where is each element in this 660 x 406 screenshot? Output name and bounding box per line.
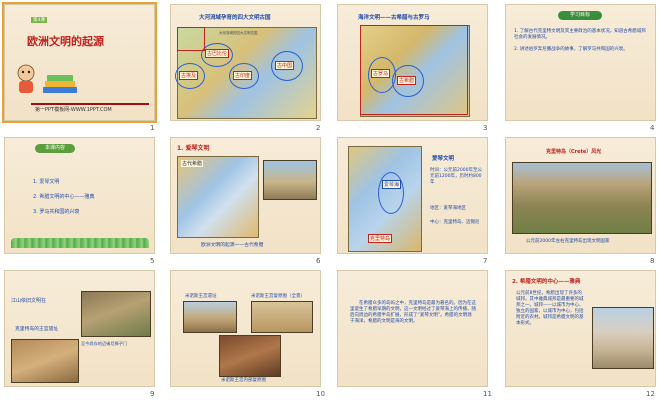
slide-number-1: 1 bbox=[150, 124, 155, 132]
palace-interior-image bbox=[219, 335, 281, 377]
slide-number-8: 8 bbox=[650, 257, 655, 265]
map-inset-frame bbox=[177, 27, 205, 51]
map-label-india: 古印度 bbox=[233, 71, 253, 80]
note-region: 地区：爱琴海地区 bbox=[430, 206, 466, 211]
lion-gate-photo bbox=[81, 291, 151, 337]
slide-thumbnail-11[interactable]: 在希腊众多的岛屿之中，克里特岛是最为著名的。因为在这里诞生了希腊早期的文明，这一… bbox=[337, 270, 488, 387]
palace-panorama-image bbox=[251, 301, 313, 333]
slide-sorter-grid: 第4课 欧洲文明的起源 第一PPT模板网-WWW.1PPT.COM 1 大河流域… bbox=[0, 0, 660, 406]
slide-title: 爱琴文明 bbox=[432, 156, 455, 162]
content-ribbon: 本课内容 bbox=[35, 144, 75, 153]
palace-ruins-photo bbox=[11, 339, 79, 383]
book-stack-icon bbox=[41, 69, 81, 97]
map-label-crete: 克里特岛 bbox=[368, 234, 393, 243]
map-label-china: 古中国 bbox=[275, 61, 295, 70]
slide-thumbnail-1[interactable]: 第4课 欧洲文明的起源 第一PPT模板网-WWW.1PPT.COM bbox=[2, 2, 157, 123]
slide-thumbnail-12[interactable]: 2. 希腊文明的中心——雅典 公元前8世纪，希腊出现了许多的城邦。其中雅典城邦是… bbox=[505, 270, 656, 387]
content-item-2: 2. 希腊文明的中心——雅典 bbox=[33, 194, 95, 200]
note-time: 时间：公元前2000年至公元前1200年，历时约800年 bbox=[430, 168, 482, 185]
slide-thumbnail-3[interactable]: 海洋文明——古希腊与古罗马 古罗马 古希腊 bbox=[337, 4, 488, 121]
slide-footer: 第一PPT模板网-WWW.1PPT.COM bbox=[35, 107, 112, 113]
slide-title: 海洋文明——古希腊与古罗马 bbox=[358, 15, 430, 21]
slide-thumbnail-8[interactable]: 克里特岛（Crete）风光 公元前2000年左右克里特岛出现文明国家 bbox=[505, 137, 656, 254]
slide-body-text: 公元前8世纪，希腊出现了许多的城邦。其中雅典城邦是最重要的城邦之一。城邦——以城… bbox=[516, 291, 584, 326]
slide-thumbnail-2[interactable]: 大河流域孕育的四大文明古国 大河流域的四大文明古国 古巴比伦 古埃及 古印度 古… bbox=[170, 4, 321, 121]
ancient-greece-map bbox=[177, 156, 259, 238]
slide-number-2: 2 bbox=[316, 124, 321, 132]
lesson-badge: 第4课 bbox=[31, 17, 47, 23]
slide-number-7: 7 bbox=[483, 257, 488, 265]
content-item-1: 1. 爱琴文明 bbox=[33, 179, 60, 185]
palace-ruins-image bbox=[183, 301, 237, 333]
caption-lion-gate: 至今尚存的迈锡尼狮子门 bbox=[81, 341, 128, 346]
temple-photo bbox=[263, 160, 317, 200]
title-underline bbox=[31, 103, 149, 105]
slide-title: 克里特岛（Crete）风光 bbox=[546, 149, 602, 155]
caption-interior: 米诺斯王宫内部复原图 bbox=[221, 378, 266, 383]
slide-title: 江山依旧文明在 bbox=[11, 298, 47, 304]
slide-thumbnail-6[interactable]: 1. 爱琴文明 古代希腊 欧洲文明的起源——古代希腊 bbox=[170, 137, 321, 254]
slide-title: 欧洲文明的起源 bbox=[27, 35, 104, 48]
slide-number-12: 12 bbox=[646, 390, 655, 398]
slide-title: 2. 希腊文明的中心——雅典 bbox=[512, 279, 581, 285]
slide-title: 大河流域孕育的四大文明古国 bbox=[199, 15, 271, 21]
slide-thumbnail-7[interactable]: 爱琴海 克里特岛 爱琴文明 时间：公元前2000年至公元前1200年，历时约80… bbox=[337, 137, 488, 254]
slide-body-text: 在希腊众多的岛屿之中，克里特岛是最为著名的。因为在这里诞生了希腊早期的文明，这一… bbox=[350, 301, 476, 324]
caption-ruins: 米诺斯王宫遗址 bbox=[185, 294, 217, 299]
goal-list: 1. 了解古代克里特文明及其主要政治的基本状况。知道古希腊城邦社会的发展情况。 … bbox=[514, 29, 648, 53]
slide-number-10: 10 bbox=[316, 390, 325, 398]
caption-palace: 克里特岛的王宫遗址 bbox=[15, 327, 59, 332]
slide-caption: 欧洲文明的起源——古代希腊 bbox=[201, 243, 264, 248]
caption-panorama: 米诺斯王宫复原图（全景） bbox=[251, 294, 305, 299]
slide-caption: 公元前2000年左右克里特岛出现文明国家 bbox=[526, 239, 610, 244]
map-title: 古代希腊 bbox=[181, 160, 204, 167]
slide-number-3: 3 bbox=[483, 124, 488, 132]
map-legend: 大河流域的四大文明古国 bbox=[219, 31, 258, 35]
slide-number-5: 5 bbox=[150, 257, 155, 265]
slide-thumbnail-4[interactable]: 学习目标 1. 了解古代克里特文明及其主要政治的基本状况。知道古希腊城邦社会的发… bbox=[505, 4, 656, 121]
goal-item-1: 1. 了解古代克里特文明及其主要政治的基本状况。知道古希腊城邦社会的发展情况。 bbox=[514, 29, 646, 40]
region-highlight-aegean bbox=[378, 172, 404, 214]
slide-number-9: 9 bbox=[150, 390, 155, 398]
crete-landscape-photo bbox=[512, 162, 652, 234]
content-list: 1. 爱琴文明 2. 希腊文明的中心——雅典 3. 罗马共和国的兴衰 bbox=[33, 178, 94, 215]
slide-thumbnail-9[interactable]: 江山依旧文明在 克里特岛的王宫遗址 至今尚存的迈锡尼狮子门 bbox=[4, 270, 155, 387]
slide-number-6: 6 bbox=[316, 257, 321, 265]
athens-city-photo bbox=[592, 307, 654, 369]
content-item-3: 3. 罗马共和国的兴衰 bbox=[33, 209, 80, 215]
slide-title: 1. 爱琴文明 bbox=[177, 145, 210, 152]
map-inset-frame bbox=[360, 25, 468, 115]
note-center: 中心：克里特岛、迈锡尼 bbox=[430, 220, 480, 225]
map-label-egypt: 古埃及 bbox=[179, 71, 199, 80]
goal-ribbon: 学习目标 bbox=[558, 11, 602, 20]
grass-decoration bbox=[11, 238, 149, 248]
map-label-babylon: 古巴比伦 bbox=[205, 49, 230, 58]
cartoon-icon bbox=[13, 63, 39, 95]
slide-thumbnail-10[interactable]: 米诺斯王宫遗址 米诺斯王宫复原图（全景） 米诺斯王宫内部复原图 bbox=[170, 270, 321, 387]
slide-number-11: 11 bbox=[483, 390, 492, 398]
slide-number-4: 4 bbox=[650, 124, 655, 132]
goal-item-2: 2. 讲述伯罗奔尼撒战争的故事，了解罗马共和国的兴衰。 bbox=[514, 47, 628, 52]
slide-thumbnail-5[interactable]: 本课内容 1. 爱琴文明 2. 希腊文明的中心——雅典 3. 罗马共和国的兴衰 bbox=[4, 137, 155, 254]
